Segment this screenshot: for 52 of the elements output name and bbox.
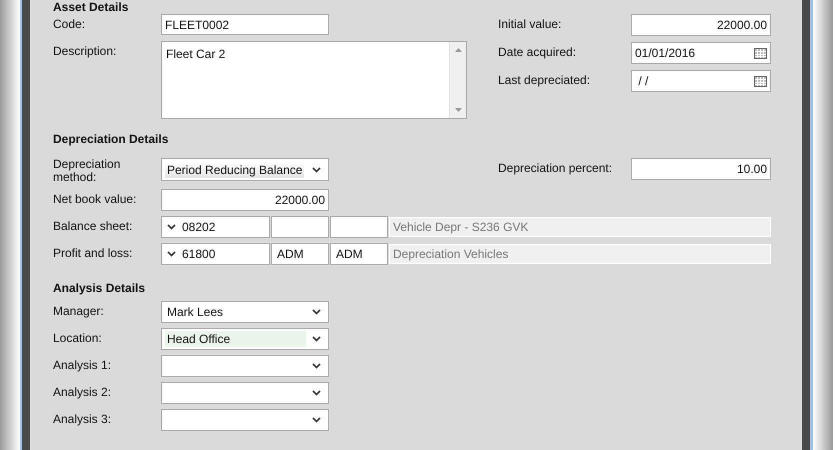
dropdown[interactable] (161, 409, 329, 431)
field-label: Description: (53, 43, 118, 58)
chevron-down-icon (312, 390, 321, 396)
input-field[interactable]: FLEET0002 (161, 14, 329, 35)
calendar-icon[interactable] (754, 48, 767, 58)
section-heading: Depreciation Details (53, 132, 170, 146)
input-field[interactable] (271, 216, 329, 238)
chevron-down-icon (312, 363, 321, 369)
date-field[interactable]: 01/01/2016 (631, 42, 771, 64)
field-label: Net book value: (53, 191, 138, 206)
scrollbar[interactable] (449, 42, 466, 118)
scroll-up-icon[interactable] (454, 48, 462, 52)
account-code-field[interactable]: 08202 (161, 216, 270, 238)
dropdown[interactable]: Mark Lees (161, 301, 329, 323)
field-label: Depreciation percent: (498, 160, 614, 175)
field-label: Analysis 1: (53, 357, 112, 372)
field-label: Depreciation method: (53, 158, 122, 184)
account-description: Depreciation Vehicles (389, 244, 771, 264)
input-field[interactable]: ADM (271, 243, 329, 265)
section-heading: Analysis Details (53, 281, 146, 295)
chevron-down-icon (312, 309, 321, 315)
dropdown[interactable]: Period Reducing Balance (161, 158, 329, 181)
input-field[interactable]: 22000.00 (161, 189, 329, 211)
input-field[interactable]: ADM (330, 243, 388, 265)
chevron-down-icon (167, 224, 176, 230)
chevron-down-icon (312, 336, 321, 342)
field-label: Profit and loss: (53, 245, 134, 260)
field-label: Date acquired: (498, 44, 578, 59)
scroll-down-icon[interactable] (454, 108, 462, 112)
field-label: Analysis 2: (53, 384, 112, 399)
chevron-down-icon (312, 417, 321, 423)
input-field[interactable] (330, 216, 388, 238)
field-label: Location: (53, 330, 103, 345)
input-field[interactable]: 22000.00 (631, 14, 771, 36)
field-label: Analysis 3: (53, 411, 112, 426)
field-label: Last depreciated: (498, 72, 592, 87)
chevron-down-icon (312, 166, 321, 172)
chevron-down-icon (167, 251, 176, 257)
account-description: Vehicle Depr - S236 GVK (389, 217, 771, 237)
field-label: Manager: (53, 303, 105, 318)
account-code-field[interactable]: 61800 (161, 243, 270, 265)
text-area[interactable]: Fleet Car 2 (161, 41, 467, 119)
section-heading: Asset Details (53, 0, 130, 14)
field-label: Code: (53, 16, 86, 31)
dropdown[interactable]: Head Office (161, 328, 329, 350)
field-label: Balance sheet: (53, 218, 134, 233)
dropdown[interactable] (161, 355, 329, 377)
calendar-icon[interactable] (754, 76, 767, 86)
input-field[interactable]: 10.00 (631, 158, 771, 180)
field-label: Initial value: (498, 16, 562, 31)
date-field[interactable]: / / (631, 70, 771, 92)
dropdown[interactable] (161, 382, 329, 404)
